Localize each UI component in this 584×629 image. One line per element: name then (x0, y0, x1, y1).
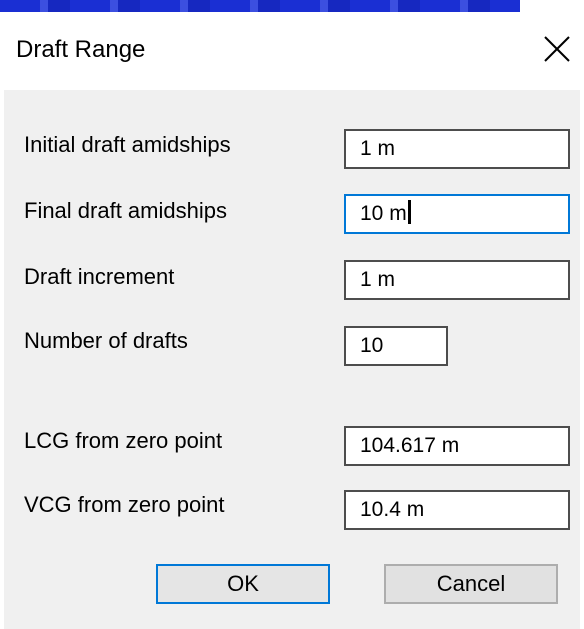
draft-increment-field[interactable]: 1 m (344, 260, 570, 300)
lcg-field[interactable]: 104.617 m (344, 426, 570, 466)
vcg-label: VCG from zero point (24, 492, 225, 517)
background-window-strip (0, 0, 520, 12)
close-icon (544, 36, 570, 62)
title-bar[interactable]: Draft Range (0, 12, 584, 86)
final-draft-label: Final draft amidships (24, 198, 227, 223)
initial-draft-field[interactable]: 1 m (344, 129, 570, 169)
background-window-strip-blank (520, 0, 584, 12)
ok-button[interactable]: OK (156, 564, 330, 604)
close-button[interactable] (534, 26, 580, 72)
final-draft-field[interactable]: 10 m (344, 194, 570, 234)
dialog-body: Initial draft amidships 1 m Final draft … (4, 90, 580, 629)
number-of-drafts-field[interactable]: 10 (344, 326, 448, 366)
vcg-field[interactable]: 10.4 m (344, 490, 570, 530)
cancel-button[interactable]: Cancel (384, 564, 558, 604)
lcg-label: LCG from zero point (24, 428, 223, 453)
initial-draft-label: Initial draft amidships (24, 132, 231, 157)
text-caret (407, 200, 411, 224)
draft-range-dialog: Draft Range Initial draft amidships 1 m … (0, 12, 584, 629)
number-of-drafts-label: Number of drafts (24, 328, 188, 353)
final-draft-value: 10 m (360, 202, 407, 225)
draft-increment-label: Draft increment (24, 264, 175, 289)
dialog-title: Draft Range (16, 36, 146, 63)
